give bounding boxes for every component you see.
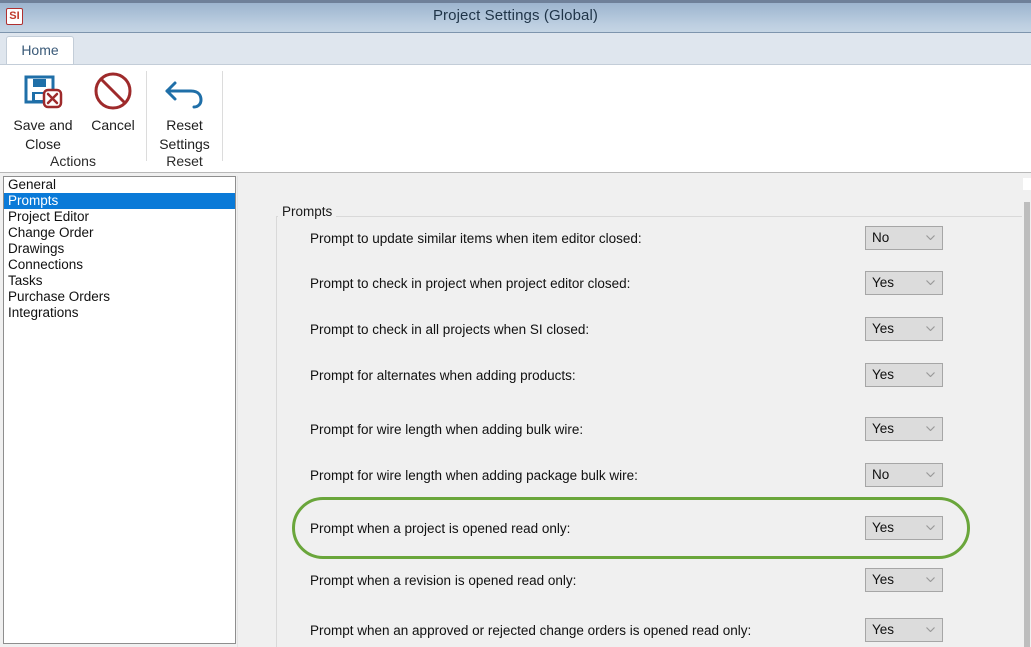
prompt-row-label: Prompt when a revision is opened read on… <box>310 573 577 588</box>
prompt-row: Prompt to update similar items when item… <box>240 226 980 254</box>
cancel-icon <box>84 69 142 113</box>
prompt-row: Prompt for wire length when adding packa… <box>240 463 980 491</box>
chevron-down-icon <box>926 372 935 377</box>
prompt-row: Prompt to check in project when project … <box>240 271 980 299</box>
prompt-row-label: Prompt to check in project when project … <box>310 276 631 291</box>
ribbon-group-reset: Reset Settings Reset <box>147 65 222 172</box>
chevron-down-icon <box>926 235 935 240</box>
prompt-row-dropdown-value: Yes <box>872 572 895 587</box>
prompt-row-label: Prompt when a project is opened read onl… <box>310 521 571 536</box>
ribbon-group-actions-label: Actions <box>50 153 96 169</box>
chevron-down-icon <box>926 627 935 632</box>
ribbon-group-reset-label: Reset <box>166 153 203 169</box>
prompt-row-dropdown[interactable]: Yes <box>865 568 943 592</box>
save-and-close-button[interactable]: Save and Close <box>2 65 84 154</box>
prompt-row-dropdown[interactable]: Yes <box>865 363 943 387</box>
project-settings-window: SI Project Settings (Global) Home Save a… <box>0 0 1031 647</box>
prompt-row: Prompt when a project is opened read onl… <box>240 516 980 544</box>
prompt-row-dropdown-value: Yes <box>872 520 895 535</box>
reset-settings-button[interactable]: Reset Settings <box>147 65 222 154</box>
ribbon-group-actions: Save and Close Cancel Actions <box>0 65 146 172</box>
prompt-row: Prompt when an approved or rejected chan… <box>240 618 980 646</box>
prompt-row-dropdown-value: No <box>872 230 890 245</box>
prompt-row: Prompt for alternates when adding produc… <box>240 363 980 391</box>
sidebar-item-prompts[interactable]: Prompts <box>4 193 235 209</box>
reset-settings-label-line2: Settings <box>159 136 210 152</box>
save-and-close-icon <box>2 69 84 113</box>
reset-settings-label-line1: Reset <box>166 117 203 133</box>
prompt-row-dropdown-value: No <box>872 467 890 482</box>
prompt-row-label: Prompt for wire length when adding bulk … <box>310 422 584 437</box>
ribbon-group-separator-2 <box>222 71 223 161</box>
cancel-button[interactable]: Cancel <box>84 65 142 135</box>
title-bar-top-edge <box>0 0 1031 3</box>
prompt-row-label: Prompt for alternates when adding produc… <box>310 368 576 383</box>
vertical-scrollbar[interactable] <box>1022 176 1031 647</box>
prompt-row-dropdown-value: Yes <box>872 622 895 637</box>
sidebar-item-connections[interactable]: Connections <box>4 257 235 273</box>
prompts-groupbox-title: Prompts <box>278 204 337 219</box>
prompt-row-label: Prompt for wire length when adding packa… <box>310 468 638 483</box>
sidebar-item-change-order[interactable]: Change Order <box>4 225 235 241</box>
sidebar-item-purchase-orders[interactable]: Purchase Orders <box>4 289 235 305</box>
title-bar: SI Project Settings (Global) <box>0 0 1031 33</box>
chevron-down-icon <box>926 280 935 285</box>
prompt-row-dropdown[interactable]: Yes <box>865 618 943 642</box>
cancel-label: Cancel <box>91 117 135 133</box>
tab-home[interactable]: Home <box>6 36 74 65</box>
prompt-row-label: Prompt to check in all projects when SI … <box>310 322 590 337</box>
reset-settings-icon <box>147 69 222 113</box>
prompt-row-dropdown[interactable]: Yes <box>865 516 943 540</box>
prompt-row: Prompt when a revision is opened read on… <box>240 568 980 596</box>
chevron-down-icon <box>926 472 935 477</box>
save-and-close-label-line1: Save and <box>13 117 73 133</box>
settings-category-list[interactable]: General Prompts Project Editor Change Order… <box>3 176 236 644</box>
scrollbar-up-button[interactable] <box>1023 178 1031 190</box>
chevron-down-icon <box>926 525 935 530</box>
prompt-row-dropdown-value: Yes <box>872 321 895 336</box>
chevron-down-icon <box>926 577 935 582</box>
ribbon: Save and Close Cancel Actions Reset Sett… <box>0 65 1031 173</box>
prompt-row-dropdown[interactable]: No <box>865 226 943 250</box>
sidebar-item-tasks[interactable]: Tasks <box>4 273 235 289</box>
prompt-row-dropdown-value: Yes <box>872 421 895 436</box>
prompt-row-dropdown[interactable]: Yes <box>865 271 943 295</box>
prompt-row-dropdown[interactable]: Yes <box>865 317 943 341</box>
prompt-row-label: Prompt when an approved or rejected chan… <box>310 623 752 638</box>
panel-left-edge <box>237 176 238 647</box>
ribbon-tab-strip: Home <box>0 33 1031 65</box>
prompt-row: Prompt to check in all projects when SI … <box>240 317 980 345</box>
window-title: Project Settings (Global) <box>432 7 599 24</box>
prompt-row-dropdown[interactable]: Yes <box>865 417 943 441</box>
chevron-down-icon <box>926 326 935 331</box>
sidebar-item-drawings[interactable]: Drawings <box>4 241 235 257</box>
sidebar-item-general[interactable]: General <box>4 177 235 193</box>
sidebar-item-project-editor[interactable]: Project Editor <box>4 209 235 225</box>
scrollbar-track[interactable] <box>1024 202 1030 647</box>
prompts-settings-panel: Prompts Prompt to update similar items w… <box>240 176 1022 647</box>
prompt-row-label: Prompt to update similar items when item… <box>310 231 642 246</box>
chevron-down-icon <box>926 426 935 431</box>
prompt-row-dropdown[interactable]: No <box>865 463 943 487</box>
save-and-close-label-line2: Close <box>25 136 61 152</box>
prompt-row: Prompt for wire length when adding bulk … <box>240 417 980 445</box>
sidebar-item-integrations[interactable]: Integrations <box>4 305 235 321</box>
prompt-row-dropdown-value: Yes <box>872 367 895 382</box>
prompt-row-dropdown-value: Yes <box>872 275 895 290</box>
